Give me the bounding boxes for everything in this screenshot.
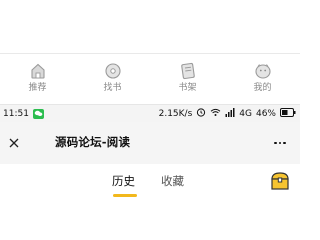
active-tab-indicator xyxy=(113,194,137,197)
tab-label: 我的 xyxy=(253,83,272,93)
wifi-icon xyxy=(210,108,221,120)
tab-bookshelf[interactable]: 书架 xyxy=(150,54,225,98)
compass-icon xyxy=(102,61,124,81)
tab-label: 找书 xyxy=(103,83,122,93)
home-icon xyxy=(27,61,49,81)
page-title: 源码论坛-阅读 xyxy=(55,135,131,149)
page-header: 源码论坛-阅读 xyxy=(0,122,300,164)
status-bar: 11:51 2.15K/s 4G 46% xyxy=(0,104,300,122)
profile-icon xyxy=(252,61,274,81)
tab-mine[interactable]: 我的 xyxy=(225,54,300,98)
tab-label: 推荐 xyxy=(28,83,47,93)
wechat-icon xyxy=(32,108,44,119)
bottom-tab-bar: 推荐 找书 书架 我的 xyxy=(0,54,300,98)
screen: 推荐 找书 书架 我的 11:51 2.15K/s 4G 46% 源码论坛-阅读… xyxy=(0,0,300,200)
tab-favorites[interactable]: 收藏 xyxy=(161,173,184,189)
treasure-chest-icon xyxy=(271,172,289,190)
network-speed: 2.15K/s xyxy=(158,108,193,119)
book-icon xyxy=(177,61,199,81)
network-type: 4G xyxy=(239,108,252,119)
more-dot xyxy=(283,141,286,145)
close-icon xyxy=(9,138,19,148)
tab-history[interactable]: 历史 xyxy=(112,173,135,189)
alarm-icon xyxy=(196,107,206,120)
battery-percent: 46% xyxy=(255,108,276,119)
battery-icon xyxy=(280,107,296,120)
more-options-button[interactable] xyxy=(270,134,290,152)
tab-find-books[interactable]: 找书 xyxy=(75,54,150,98)
signal-icon xyxy=(225,107,235,120)
tab-label: 书架 xyxy=(178,83,197,93)
close-button[interactable] xyxy=(0,122,28,164)
tab-recommend[interactable]: 推荐 xyxy=(0,54,75,98)
status-time: 11:51 xyxy=(3,108,29,119)
treasure-chest-button[interactable] xyxy=(269,171,291,191)
more-dot xyxy=(274,141,277,145)
more-dot xyxy=(278,141,282,145)
content-area xyxy=(0,0,300,53)
reading-tabs: 历史 收藏 xyxy=(0,164,300,200)
